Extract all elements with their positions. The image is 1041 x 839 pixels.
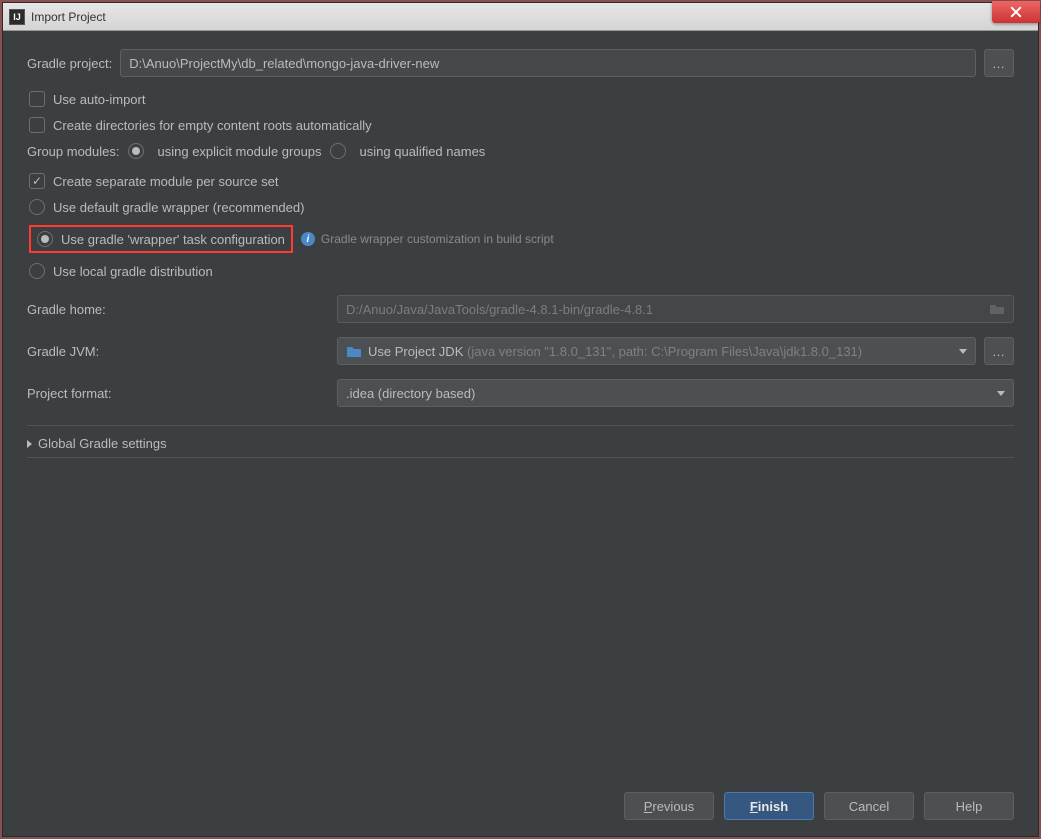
gradle-jvm-detail: (java version "1.8.0_131", path: C:\Prog… bbox=[467, 344, 862, 359]
create-dirs-checkbox[interactable] bbox=[29, 117, 45, 133]
gradle-home-input: D:/Anuo/Java/JavaTools/gradle-4.8.1-bin/… bbox=[337, 295, 1014, 323]
group-explicit-option[interactable]: using explicit module groups bbox=[128, 143, 322, 159]
cancel-button[interactable]: Cancel bbox=[824, 792, 914, 820]
help-button[interactable]: Help bbox=[924, 792, 1014, 820]
global-settings-label: Global Gradle settings bbox=[38, 436, 167, 451]
group-explicit-label: using explicit module groups bbox=[158, 144, 322, 159]
auto-import-label: Use auto-import bbox=[53, 92, 145, 107]
create-dirs-row[interactable]: Create directories for empty content roo… bbox=[27, 117, 1014, 133]
group-explicit-radio[interactable] bbox=[128, 143, 144, 159]
separate-module-row[interactable]: Create separate module per source set bbox=[27, 173, 1014, 189]
project-format-row: Project format: .idea (directory based) bbox=[27, 379, 1014, 407]
gradle-project-label: Gradle project: bbox=[27, 56, 112, 71]
gradle-project-row: Gradle project: … bbox=[27, 49, 1014, 77]
chevron-down-icon bbox=[959, 349, 967, 354]
group-qualified-radio[interactable] bbox=[330, 143, 346, 159]
global-settings-expander[interactable]: Global Gradle settings bbox=[27, 436, 1014, 451]
project-format-dropdown[interactable]: .idea (directory based) bbox=[337, 379, 1014, 407]
titlebar: IJ Import Project bbox=[3, 3, 1038, 31]
wrapper-task-label: Use gradle 'wrapper' task configuration bbox=[61, 232, 285, 247]
group-qualified-label: using qualified names bbox=[360, 144, 486, 159]
close-icon bbox=[1010, 6, 1022, 18]
dialog-content: Gradle project: … Use auto-import Create… bbox=[3, 31, 1038, 780]
local-dist-row[interactable]: Use local gradle distribution bbox=[27, 263, 1014, 279]
gradle-jvm-row: Gradle JVM: Use Project JDK (java versio… bbox=[27, 337, 1014, 365]
folder-icon bbox=[989, 303, 1005, 315]
gradle-home-label: Gradle home: bbox=[27, 302, 337, 317]
chevron-right-icon bbox=[27, 440, 32, 448]
project-format-label: Project format: bbox=[27, 386, 337, 401]
wrapper-task-radio[interactable] bbox=[37, 231, 53, 247]
wrapper-task-row: Use gradle 'wrapper' task configuration … bbox=[27, 225, 1014, 253]
separate-module-checkbox[interactable] bbox=[29, 173, 45, 189]
project-format-value: .idea (directory based) bbox=[346, 386, 475, 401]
browse-gradle-project-button[interactable]: … bbox=[984, 49, 1014, 77]
group-modules-row: Group modules: using explicit module gro… bbox=[27, 143, 1014, 159]
info-icon: i bbox=[301, 232, 315, 246]
separator bbox=[27, 425, 1014, 426]
browse-jvm-button[interactable]: … bbox=[984, 337, 1014, 365]
chevron-down-icon bbox=[997, 391, 1005, 396]
gradle-home-value: D:/Anuo/Java/JavaTools/gradle-4.8.1-bin/… bbox=[346, 302, 653, 317]
jdk-folder-icon bbox=[346, 344, 362, 358]
separator bbox=[27, 457, 1014, 458]
local-dist-label: Use local gradle distribution bbox=[53, 264, 213, 279]
gradle-project-input[interactable] bbox=[120, 49, 976, 77]
gradle-jvm-value: Use Project JDK bbox=[368, 344, 463, 359]
highlight-annotation: Use gradle 'wrapper' task configuration bbox=[29, 225, 293, 253]
wrapper-hint: Gradle wrapper customization in build sc… bbox=[321, 232, 554, 246]
wrapper-default-radio[interactable] bbox=[29, 199, 45, 215]
close-button[interactable] bbox=[992, 1, 1040, 23]
dialog-footer: Previous Finish Cancel Help bbox=[3, 780, 1038, 836]
gradle-jvm-dropdown[interactable]: Use Project JDK (java version "1.8.0_131… bbox=[337, 337, 976, 365]
finish-button[interactable]: Finish bbox=[724, 792, 814, 820]
app-icon: IJ bbox=[9, 9, 25, 25]
group-qualified-option[interactable]: using qualified names bbox=[330, 143, 486, 159]
wrapper-default-label: Use default gradle wrapper (recommended) bbox=[53, 200, 304, 215]
group-modules-label: Group modules: bbox=[27, 144, 120, 159]
window-title: Import Project bbox=[31, 10, 106, 24]
local-dist-radio[interactable] bbox=[29, 263, 45, 279]
gradle-jvm-label: Gradle JVM: bbox=[27, 344, 337, 359]
gradle-home-row: Gradle home: D:/Anuo/Java/JavaTools/grad… bbox=[27, 295, 1014, 323]
create-dirs-label: Create directories for empty content roo… bbox=[53, 118, 372, 133]
import-project-dialog: IJ Import Project Gradle project: … Use … bbox=[2, 2, 1039, 837]
auto-import-checkbox[interactable] bbox=[29, 91, 45, 107]
previous-button[interactable]: Previous bbox=[624, 792, 714, 820]
separate-module-label: Create separate module per source set bbox=[53, 174, 278, 189]
wrapper-default-row[interactable]: Use default gradle wrapper (recommended) bbox=[27, 199, 1014, 215]
auto-import-row[interactable]: Use auto-import bbox=[27, 91, 1014, 107]
